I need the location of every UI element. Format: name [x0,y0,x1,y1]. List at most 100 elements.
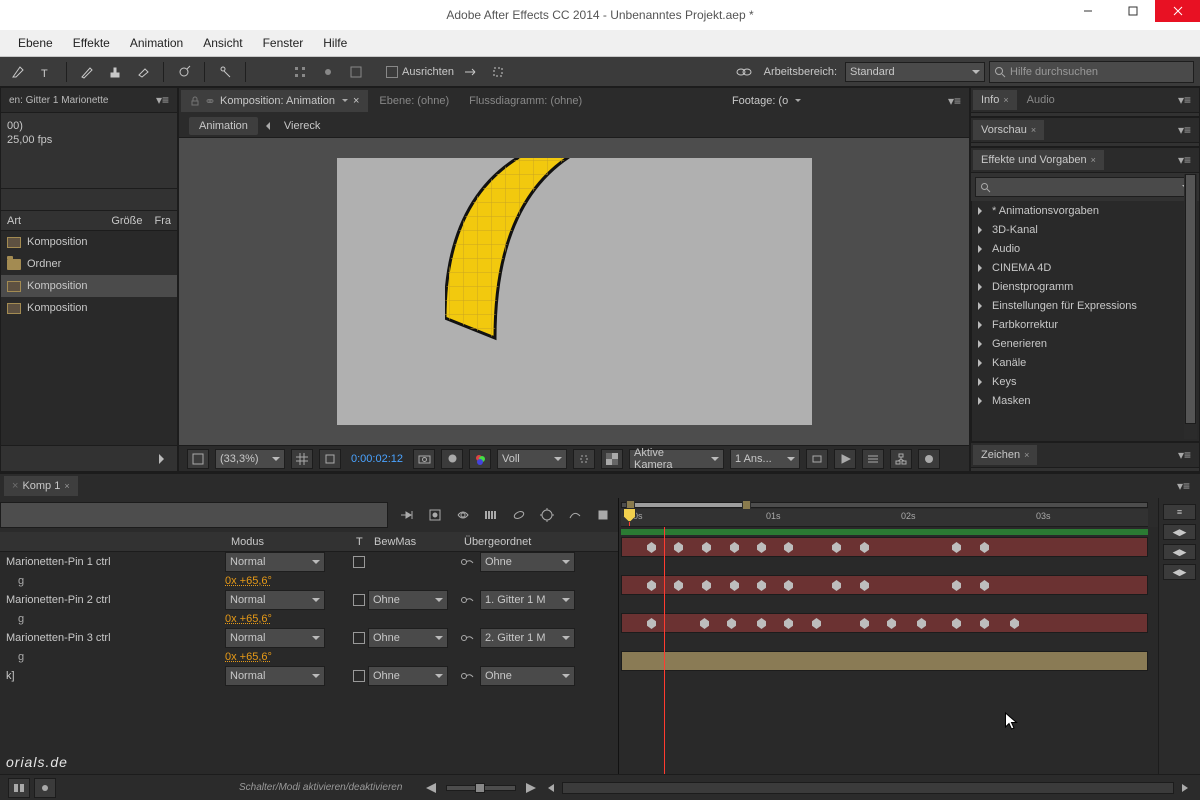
pickwhip-icon[interactable] [458,592,476,608]
current-time[interactable]: 0:00:02:12 [351,453,403,465]
dropdown[interactable]: Ohne [368,666,448,686]
zoom-out-icon[interactable] [426,783,440,793]
project-row[interactable]: Komposition [1,231,177,253]
keyframe[interactable] [1010,618,1019,629]
fast-preview-icon[interactable] [834,449,856,469]
chevron-left-icon[interactable] [262,122,270,130]
effects-list[interactable]: * Animationsvorgaben3D-KanalAudioCINEMA … [971,201,1199,441]
maximize-button[interactable] [1110,0,1155,22]
layer-row[interactable]: Marionetten-Pin 2 ctrl Normal Ohne 1. Gi… [0,590,618,610]
keyframe[interactable] [887,618,896,629]
panel-menu-icon[interactable]: ▾≡ [1171,479,1196,493]
keyframe[interactable] [647,580,656,591]
dropdown[interactable]: Ohne [480,552,575,572]
timeline-track-area[interactable]: 0s01s02s03s [619,498,1158,774]
effects-category[interactable]: Masken [972,391,1199,410]
keyframe[interactable] [757,580,766,591]
effects-category[interactable]: Kanäle [972,353,1199,372]
pickwhip-icon[interactable] [458,630,476,646]
dropdown[interactable]: Ohne [480,666,575,686]
rotation-value[interactable]: 0x +65,6° [225,651,272,663]
layer-row[interactable]: Marionetten-Pin 3 ctrl Normal Ohne 2. Gi… [0,628,618,648]
comp-viewer[interactable] [179,138,969,445]
effects-category[interactable]: Generieren [972,334,1199,353]
tab-composition[interactable]: Komposition: Animation× [181,90,368,112]
link-icon[interactable] [732,61,756,83]
dropdown[interactable]: Normal [225,552,325,572]
scroll-left-icon[interactable] [546,783,556,793]
minimize-button[interactable] [1065,0,1110,22]
workspace-dropdown[interactable]: Standard [845,62,985,82]
track-area[interactable] [619,527,1158,774]
keyframe[interactable] [757,542,766,553]
flowchart-icon[interactable] [890,449,912,469]
property-row[interactable]: g0x +65,6° [0,572,618,590]
workarea-bar[interactable] [621,502,1148,508]
keyframe-nav-icon[interactable]: ◀▶ [1163,524,1196,540]
effects-category[interactable]: * Animationsvorgaben [972,201,1199,220]
tab-footage[interactable]: Footage: (o [723,90,810,112]
dropdown[interactable]: 1. Gitter 1 M [480,590,575,610]
rotation-value[interactable]: 0x +65,6° [225,575,272,587]
timeline-icon[interactable] [862,449,884,469]
tl-tool-4-icon[interactable] [478,502,504,528]
project-row[interactable]: Komposition [1,297,177,319]
menu-hilfe[interactable]: Hilfe [313,32,357,54]
layer-track[interactable] [621,575,1148,595]
tl-tool-3-icon[interactable] [450,502,476,528]
tl-tool-6-icon[interactable] [534,502,560,528]
panel-menu-icon[interactable]: ▾≡ [1172,93,1197,107]
effects-category[interactable]: Farbkorrektur [972,315,1199,334]
toggle-switches-icon[interactable] [8,778,30,798]
clone-stamp-icon[interactable] [103,61,127,83]
preserve-transparency[interactable] [350,556,368,568]
exposure-icon[interactable] [918,449,940,469]
play-icon[interactable] [159,454,169,464]
keyframe[interactable] [812,618,821,629]
keyframe[interactable] [784,542,793,553]
panel-menu-icon[interactable]: ▾≡ [942,94,967,108]
keyframe-nav-icon[interactable]: ◀▶ [1163,564,1196,580]
tl-tool-5-icon[interactable] [506,502,532,528]
effects-category[interactable]: 3D-Kanal [972,220,1199,239]
view-crop-icon[interactable] [187,449,209,469]
layer-track[interactable] [621,537,1148,557]
keyframe[interactable] [730,542,739,553]
effects-category[interactable]: Einstellungen für Expressions [972,296,1199,315]
resolution-dropdown[interactable]: Voll [497,449,567,469]
time-ruler[interactable]: 0s01s02s03s [621,509,1148,527]
project-row[interactable]: Ordner [1,253,177,275]
tl-tool-1-icon[interactable] [394,502,420,528]
graph-editor-icon[interactable]: ≡ [1163,504,1196,520]
keyframe[interactable] [832,542,841,553]
keyframe[interactable] [647,542,656,553]
dropdown[interactable]: Normal [225,590,325,610]
property-row[interactable]: g0x +65,6° [0,648,618,666]
text-tool-icon[interactable]: T [34,61,58,83]
views-dropdown[interactable]: 1 Ans... [730,449,800,469]
pixel-aspect-icon[interactable] [806,449,828,469]
keyframe[interactable] [952,618,961,629]
keyframe[interactable] [730,580,739,591]
project-search[interactable] [1,189,177,211]
breadcrumb-item[interactable]: Viereck [274,117,330,135]
snap-opt-1-icon[interactable] [458,61,482,83]
close-button[interactable] [1155,0,1200,22]
panel-menu-icon[interactable]: ▾≡ [1172,123,1197,137]
timeline-search[interactable] [0,502,388,528]
keyframe[interactable] [700,618,709,629]
mask-icon[interactable] [319,449,341,469]
snap-checkbox[interactable]: Ausrichten [386,66,454,78]
effects-search[interactable] [975,177,1195,197]
preserve-transparency[interactable] [350,594,368,606]
project-row[interactable]: Komposition [1,275,177,297]
tool-opt-2-icon[interactable] [316,61,340,83]
tool-opt-1-icon[interactable] [288,61,312,83]
zoom-in-icon[interactable] [522,783,536,793]
tool-opt-3-icon[interactable] [344,61,368,83]
channel-icon[interactable] [441,449,463,469]
effects-category[interactable]: CINEMA 4D [972,258,1199,277]
tab-vorschau[interactable]: Vorschau× [973,120,1044,140]
toggle-modes-icon[interactable] [34,778,56,798]
keyframe[interactable] [702,580,711,591]
